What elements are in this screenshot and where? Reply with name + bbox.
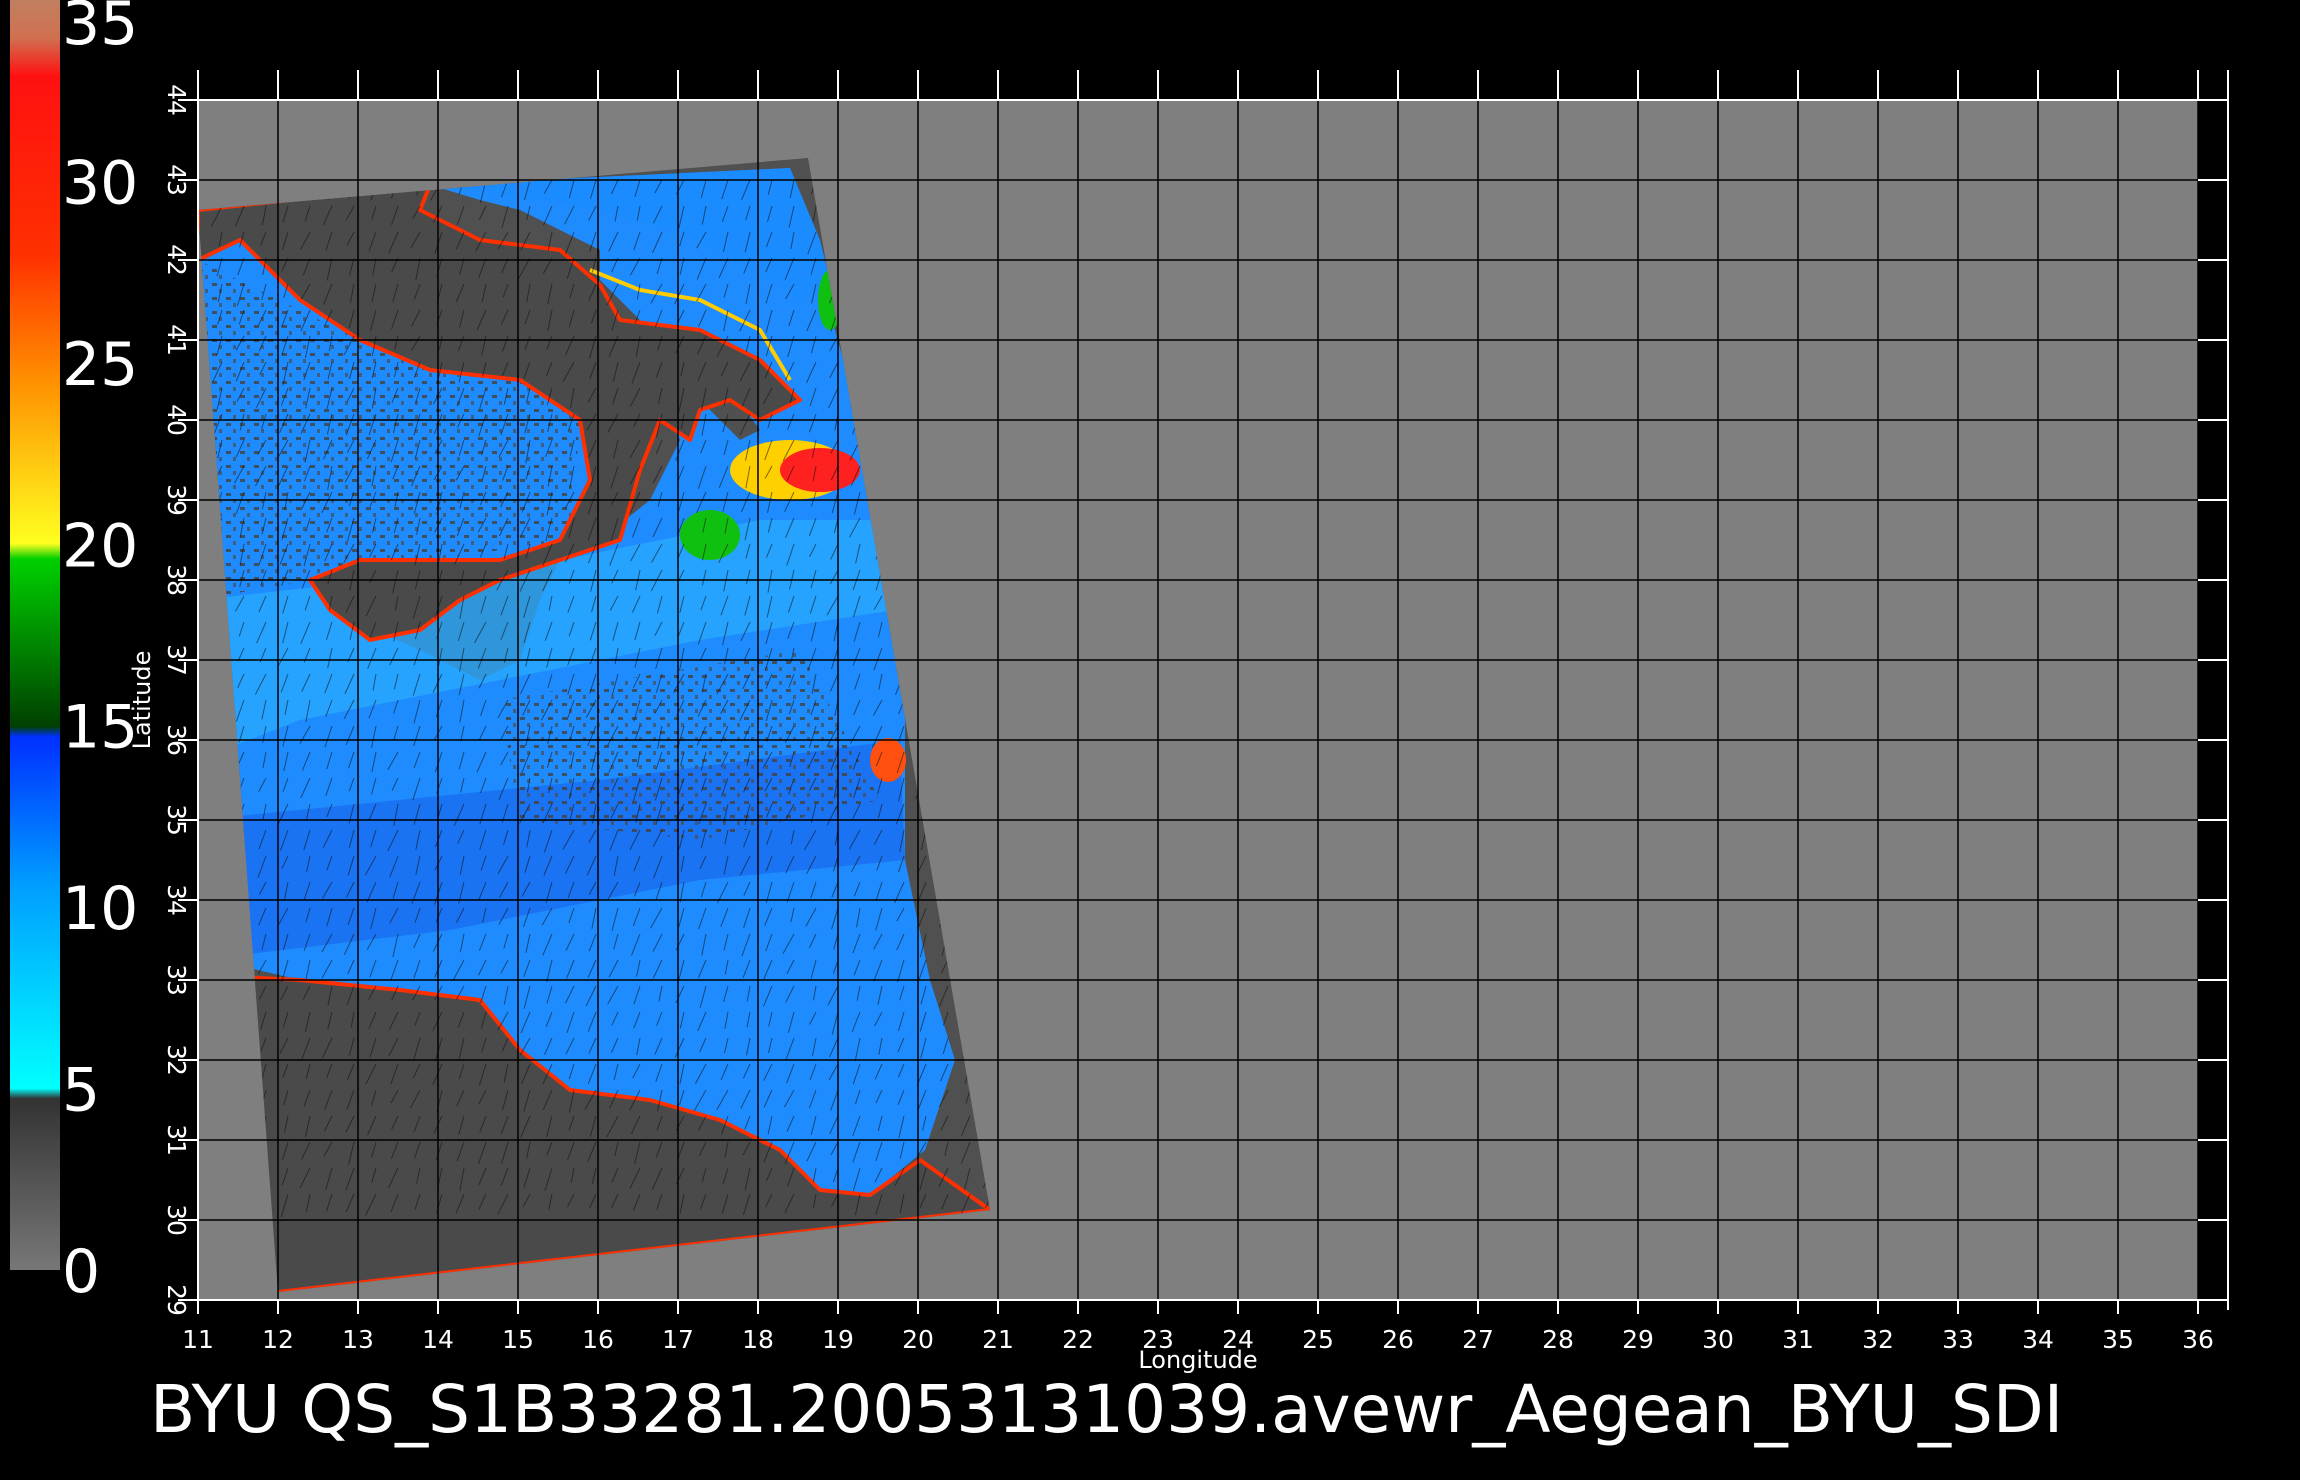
map-panel: 11 12 13 14 15 16 17 18 19 20 21 22 23 24 25 26 27 28 29 30…	[128, 70, 2229, 1374]
lat-tick-label: 36	[162, 724, 191, 756]
lon-tick-label: 25	[1302, 1325, 1334, 1354]
lon-tick-label: 36	[2182, 1325, 2214, 1354]
lat-tick-label: 32	[162, 1044, 191, 1076]
wind-patch-green	[680, 510, 740, 560]
y-axis-title: Latitude	[128, 651, 156, 750]
lat-tick-label: 41	[162, 324, 191, 356]
lon-tick-label: 29	[1622, 1325, 1654, 1354]
lon-tick-label: 22	[1062, 1325, 1094, 1354]
lat-tick-label: 30	[162, 1204, 191, 1236]
lon-tick-label: 15	[502, 1325, 534, 1354]
lon-tick-label: 18	[742, 1325, 774, 1354]
lon-tick-label: 13	[342, 1325, 374, 1354]
colorbar-label: 0	[62, 1237, 100, 1307]
lon-tick-label: 16	[582, 1325, 614, 1354]
lat-tick-label: 37	[162, 644, 191, 676]
lat-tick-label: 42	[162, 244, 191, 276]
lon-tick-label: 32	[1862, 1325, 1894, 1354]
lon-tick-label: 19	[822, 1325, 854, 1354]
lat-tick-label: 33	[162, 964, 191, 996]
lat-tick-label: 34	[162, 884, 191, 916]
colorbar: 35 30 25 20 15 10 5 0	[10, 0, 138, 1307]
lon-tick-label: 21	[982, 1325, 1014, 1354]
figure-caption: BYU QS_S1B33281.20053131039.avewr_Aegean…	[150, 1371, 2063, 1448]
lon-tick-label: 31	[1782, 1325, 1814, 1354]
colorbar-label: 30	[62, 148, 138, 218]
lon-tick-label: 34	[2022, 1325, 2054, 1354]
lon-tick-label: 33	[1942, 1325, 1974, 1354]
lat-tick-label: 35	[162, 804, 191, 836]
lon-tick-label: 20	[902, 1325, 934, 1354]
lon-tick-label: 12	[262, 1325, 294, 1354]
lat-tick-label: 40	[162, 404, 191, 436]
lon-tick-label: 14	[422, 1325, 454, 1354]
lon-tick-label: 26	[1382, 1325, 1414, 1354]
lat-tick-label: 39	[162, 484, 191, 516]
scatterometer-map: 35 30 25 20 15 10 5 0 11 12 13 14 15 16 17 18 1…	[10, 0, 2229, 1448]
colorbar-ramp	[10, 0, 60, 1270]
colorbar-label: 10	[62, 874, 138, 944]
wind-patch-orange	[870, 738, 906, 782]
colorbar-label: 25	[62, 330, 138, 400]
lat-tick-label: 29	[162, 1284, 191, 1316]
colorbar-label: 35	[62, 0, 138, 59]
lon-tick-label: 11	[182, 1325, 214, 1354]
lat-tick-label: 38	[162, 564, 191, 596]
lon-tick-label: 27	[1462, 1325, 1494, 1354]
lat-tick-label: 43	[162, 164, 191, 196]
lat-tick-label: 31	[162, 1124, 191, 1156]
lat-tick-label: 44	[162, 84, 191, 116]
colorbar-label: 5	[62, 1056, 100, 1126]
x-axis-title: Longitude	[1138, 1346, 1257, 1374]
colorbar-label: 15	[62, 693, 138, 763]
lon-tick-label: 28	[1542, 1325, 1574, 1354]
lon-tick-label: 30	[1702, 1325, 1734, 1354]
colorbar-label: 20	[62, 511, 138, 581]
lon-tick-label: 35	[2102, 1325, 2134, 1354]
lon-tick-label: 17	[662, 1325, 694, 1354]
